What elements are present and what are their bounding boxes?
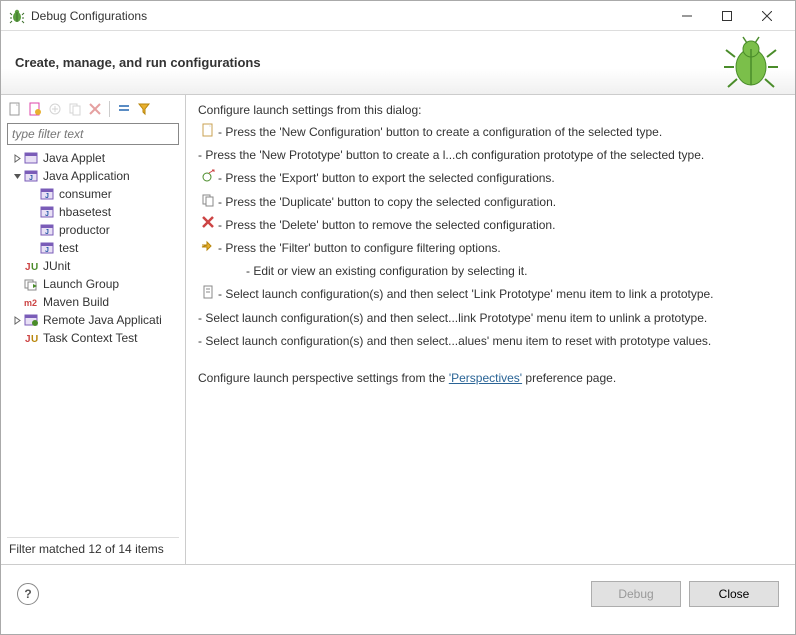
perspectives-link[interactable]: 'Perspectives' xyxy=(449,371,522,385)
bug-icon xyxy=(9,8,25,24)
filter-icon xyxy=(198,239,218,253)
config-tree[interactable]: Java AppletJJava ApplicationJconsumerJhb… xyxy=(7,149,179,533)
task-icon: JU xyxy=(23,331,41,345)
launchgroup-icon xyxy=(23,277,41,291)
tree-arrow-icon[interactable] xyxy=(11,154,23,163)
instruction-text: - Press the 'Export' button to export th… xyxy=(218,169,783,188)
tree-item-label: Remote Java Applicati xyxy=(41,313,162,327)
instruction-line: - Press the 'Delete' button to remove th… xyxy=(198,216,783,235)
filter-icon[interactable] xyxy=(136,101,152,117)
export-icon xyxy=(198,169,218,183)
footer-text: Configure launch perspective settings fr… xyxy=(198,371,783,385)
instruction-line: - Press the 'New Prototype' button to cr… xyxy=(198,146,783,165)
tree-item[interactable]: JUTask Context Test xyxy=(7,329,179,347)
svg-text:J: J xyxy=(45,211,49,218)
tree-item[interactable]: Remote Java Applicati xyxy=(7,311,179,329)
filter-status: Filter matched 12 of 14 items xyxy=(7,537,179,560)
instruction-text: - Press the 'New Configuration' button t… xyxy=(218,123,783,142)
instruction-text: - Select launch configuration(s) and the… xyxy=(218,285,783,304)
javaapp-icon: J xyxy=(39,223,57,237)
content-panel: Configure launch settings from this dial… xyxy=(186,95,795,564)
maven-icon: m2 xyxy=(23,295,41,309)
new-prototype-icon[interactable] xyxy=(27,101,43,117)
toolbar-separator xyxy=(109,101,110,117)
tree-item-label: JUnit xyxy=(41,259,70,273)
tree-item[interactable]: Jtest xyxy=(7,239,179,257)
duplicate-icon xyxy=(198,193,218,207)
instruction-line: - Select launch configuration(s) and the… xyxy=(198,285,783,304)
svg-text:J: J xyxy=(25,334,31,345)
filter-input[interactable] xyxy=(7,123,179,145)
tree-arrow-icon[interactable] xyxy=(11,172,23,181)
duplicate-icon[interactable] xyxy=(67,101,83,117)
delete-icon xyxy=(198,216,218,228)
instruction-text: - Press the 'Delete' button to remove th… xyxy=(218,216,783,235)
tree-item[interactable]: Java Applet xyxy=(7,149,179,167)
tree-item[interactable]: J Java Application xyxy=(7,167,179,185)
new-icon xyxy=(198,123,218,137)
instruction-text: - Select launch configuration(s) and the… xyxy=(198,332,783,351)
maximize-button[interactable] xyxy=(707,2,747,30)
tree-item[interactable]: m2 Maven Build xyxy=(7,293,179,311)
applet-icon xyxy=(23,151,41,165)
tree-arrow-icon[interactable] xyxy=(11,316,23,325)
close-dialog-button[interactable]: Close xyxy=(689,581,779,607)
instruction-text: - Press the 'Filter' button to configure… xyxy=(218,239,783,258)
javaapp-icon: J xyxy=(23,169,41,183)
close-button[interactable] xyxy=(747,2,787,30)
instruction-line: - Press the 'New Configuration' button t… xyxy=(198,123,783,142)
tree-item-label: Java Applet xyxy=(41,151,105,165)
window-title: Debug Configurations xyxy=(31,9,667,23)
tree-item-label: Task Context Test xyxy=(41,331,138,345)
javaapp-icon: J xyxy=(39,205,57,219)
collapse-all-icon[interactable] xyxy=(116,101,132,117)
svg-text:J: J xyxy=(45,229,49,236)
svg-text:J: J xyxy=(29,175,33,182)
delete-icon[interactable] xyxy=(87,101,103,117)
remote-icon xyxy=(23,313,41,327)
tree-item-label: productor xyxy=(57,223,110,237)
tree-item[interactable]: Jproductor xyxy=(7,221,179,239)
svg-text:U: U xyxy=(31,334,38,345)
tree-item[interactable]: Jconsumer xyxy=(7,185,179,203)
intro-text: Configure launch settings from this dial… xyxy=(198,103,783,117)
bug-illustration xyxy=(721,35,781,90)
new-config-icon[interactable] xyxy=(7,101,23,117)
help-icon[interactable]: ? xyxy=(17,583,39,605)
javaapp-icon: J xyxy=(39,241,57,255)
svg-text:J: J xyxy=(45,193,49,200)
tree-item-label: test xyxy=(57,241,78,255)
page-title: Create, manage, and run configurations xyxy=(15,55,261,70)
tree-item-label: consumer xyxy=(57,187,112,201)
config-toolbar xyxy=(7,101,179,123)
svg-text:m2: m2 xyxy=(24,298,37,308)
svg-text:J: J xyxy=(25,262,31,273)
instruction-line: - Press the 'Filter' button to configure… xyxy=(198,239,783,258)
tree-item-label: Launch Group xyxy=(41,277,119,291)
minimize-button[interactable] xyxy=(667,2,707,30)
debug-button[interactable]: Debug xyxy=(591,581,681,607)
instruction-line: - Edit or view an existing configuration… xyxy=(198,262,783,281)
instruction-text: - Edit or view an existing configuration… xyxy=(246,262,783,281)
instruction-text: - Select launch configuration(s) and the… xyxy=(198,309,783,328)
tree-item-label: Maven Build xyxy=(41,295,109,309)
link-icon xyxy=(198,285,218,299)
instruction-line: - Press the 'Duplicate' button to copy t… xyxy=(198,193,783,212)
javaapp-icon: J xyxy=(39,187,57,201)
instruction-line: - Press the 'Export' button to export th… xyxy=(198,169,783,188)
export-icon[interactable] xyxy=(47,101,63,117)
tree-item-label: hbasetest xyxy=(57,205,111,219)
junit-icon: JU xyxy=(23,259,41,273)
svg-text:U: U xyxy=(31,262,38,273)
tree-item[interactable]: Jhbasetest xyxy=(7,203,179,221)
tree-item[interactable]: JUJUnit xyxy=(7,257,179,275)
instruction-line: - Select launch configuration(s) and the… xyxy=(198,309,783,328)
instruction-line: - Select launch configuration(s) and the… xyxy=(198,332,783,351)
tree-item[interactable]: Launch Group xyxy=(7,275,179,293)
svg-text:J: J xyxy=(45,247,49,254)
instruction-text: - Press the 'New Prototype' button to cr… xyxy=(198,146,783,165)
instruction-text: - Press the 'Duplicate' button to copy t… xyxy=(218,193,783,212)
tree-item-label: Java Application xyxy=(41,169,130,183)
